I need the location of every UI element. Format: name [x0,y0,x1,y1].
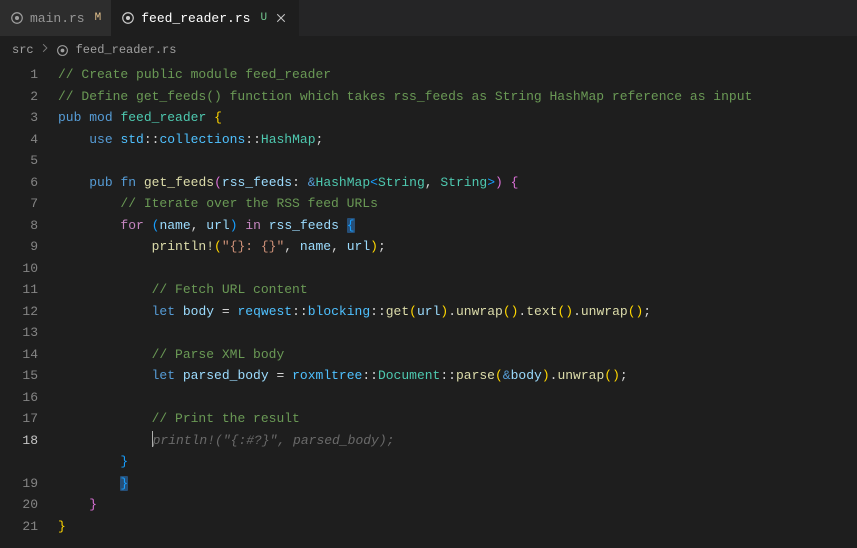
line-number: 13 [0,322,58,344]
line-number: 20 [0,494,58,516]
code-line[interactable]: // Parse XML body [58,344,857,366]
line-number: 15 [0,365,58,387]
tab-main-label: main.rs [30,11,85,26]
rust-icon [121,11,135,25]
line-number: 18 [0,430,58,452]
code-line[interactable]: pub fn get_feeds(rss_feeds: &HashMap<Str… [58,172,857,194]
line-number: 10 [0,258,58,280]
line-number: 12 [0,301,58,323]
rust-icon [56,43,70,57]
tab-feed-reader-label: feed_reader.rs [141,11,250,26]
line-number: 16 [0,387,58,409]
tab-feed-reader-status: U [260,12,267,24]
code-line[interactable]: } [58,451,857,473]
code-line[interactable]: } [58,494,857,516]
code-line[interactable] [58,258,857,280]
code-line[interactable] [58,322,857,344]
code-line[interactable]: println!("{}: {}", name, url); [58,236,857,258]
code-line[interactable]: // Print the result [58,408,857,430]
line-number: 21 [0,516,58,538]
code-line[interactable]: for (name, url) in rss_feeds { [58,215,857,237]
tab-bar: main.rs M feed_reader.rs U [0,0,857,36]
line-number: 9 [0,236,58,258]
tab-main-status: M [95,12,102,24]
close-icon[interactable] [273,10,289,26]
breadcrumb-segment[interactable]: src [12,43,34,57]
code-line[interactable]: let parsed_body = roxmltree::Document::p… [58,365,857,387]
chevron-right-icon [40,43,50,57]
line-number: 4 [0,129,58,151]
code-line[interactable]: use std::collections::HashMap; [58,129,857,151]
code-line[interactable]: // Define get_feeds() function which tak… [58,86,857,108]
code-line[interactable]: } [58,473,857,495]
code-line[interactable]: // Fetch URL content [58,279,857,301]
code-editor[interactable]: 1// Create public module feed_reader 2//… [0,64,857,537]
line-number: 7 [0,193,58,215]
line-number: 5 [0,150,58,172]
code-line[interactable]: // Create public module feed_reader [58,64,857,86]
line-number: 11 [0,279,58,301]
rust-icon [10,11,24,25]
code-line[interactable]: println!("{:#?}", parsed_body); [58,430,857,452]
tab-feed-reader[interactable]: feed_reader.rs U [111,0,299,36]
code-line[interactable]: } [58,516,857,538]
code-line[interactable]: // Iterate over the RSS feed URLs [58,193,857,215]
line-number: 14 [0,344,58,366]
line-number: 2 [0,86,58,108]
line-number: 8 [0,215,58,237]
code-line[interactable]: pub mod feed_reader { [58,107,857,129]
line-number [0,451,58,473]
code-line[interactable]: let body = reqwest::blocking::get(url).u… [58,301,857,323]
line-number: 6 [0,172,58,194]
line-number: 17 [0,408,58,430]
code-line[interactable] [58,387,857,409]
breadcrumb[interactable]: src feed_reader.rs [0,36,857,64]
breadcrumb-segment[interactable]: feed_reader.rs [76,43,177,57]
code-line[interactable] [58,150,857,172]
line-number: 3 [0,107,58,129]
line-number: 1 [0,64,58,86]
line-number: 19 [0,473,58,495]
tab-main[interactable]: main.rs M [0,0,111,36]
cursor [152,431,153,447]
